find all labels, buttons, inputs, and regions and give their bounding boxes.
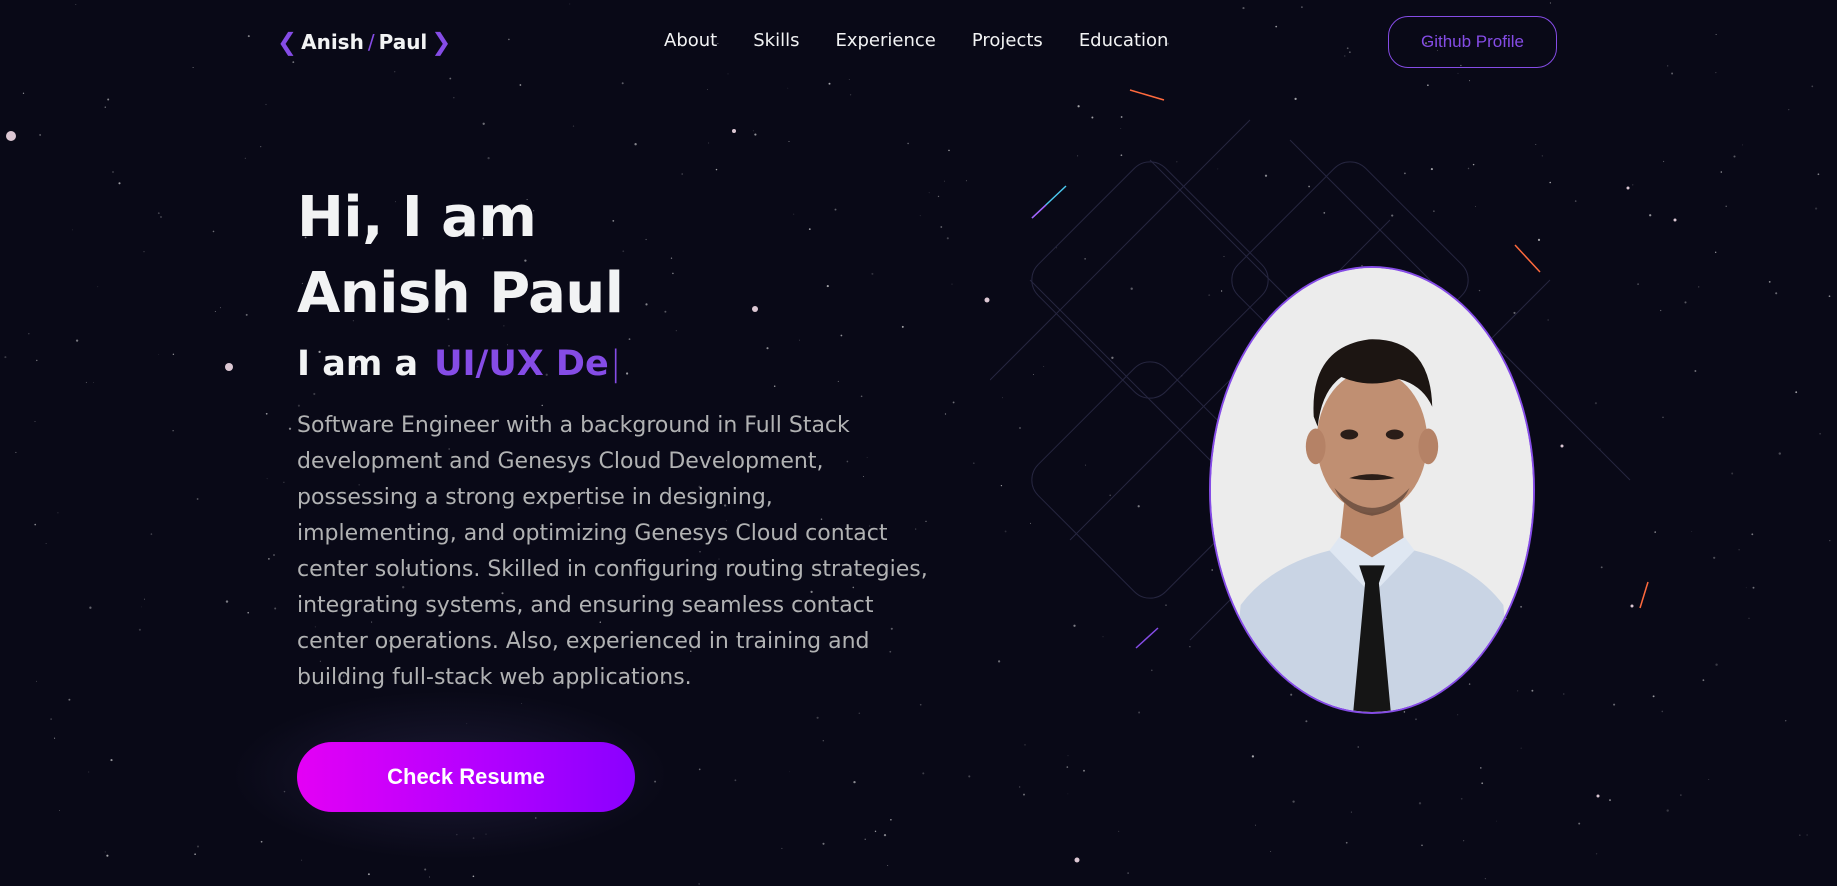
check-resume-button[interactable]: Check Resume — [297, 742, 635, 812]
hero-role: I am a UI/UX De | — [297, 344, 622, 384]
hero-title-greeting: Hi, I am — [297, 185, 537, 250]
role-prefix: I am a — [297, 344, 419, 384]
logo-slash: / — [367, 30, 375, 54]
chevron-left-icon: ❮ — [277, 28, 298, 56]
typewriter-cursor: | — [609, 344, 622, 384]
logo-last-name: Paul — [378, 30, 428, 54]
github-profile-button[interactable]: Github Profile — [1388, 16, 1557, 68]
top-navbar: ❮ Anish / Paul ❯ About Skills Experience P… — [0, 0, 1837, 84]
hero-title: Hi, I am Anish Paul — [297, 180, 624, 332]
logo-first-name: Anish — [301, 30, 364, 54]
nav-links: About Skills Experience Projects Educati… — [664, 30, 1168, 51]
chevron-right-icon: ❯ — [431, 28, 452, 56]
site-logo[interactable]: ❮ Anish / Paul ❯ — [277, 28, 451, 56]
nav-link-experience[interactable]: Experience — [835, 30, 935, 51]
hero-title-name: Anish Paul — [297, 261, 624, 326]
profile-photo — [1209, 266, 1535, 714]
nav-link-projects[interactable]: Projects — [972, 30, 1043, 51]
nav-link-education[interactable]: Education — [1079, 30, 1169, 51]
nav-link-skills[interactable]: Skills — [753, 30, 799, 51]
portfolio-page: ❮ Anish / Paul ❯ About Skills Experience P… — [0, 0, 1837, 886]
hero-description: Software Engineer with a background in F… — [297, 413, 928, 690]
profile-photo-illustration — [1211, 268, 1533, 712]
nav-link-about[interactable]: About — [664, 30, 717, 51]
role-typewriter-text: UI/UX De — [434, 344, 609, 384]
